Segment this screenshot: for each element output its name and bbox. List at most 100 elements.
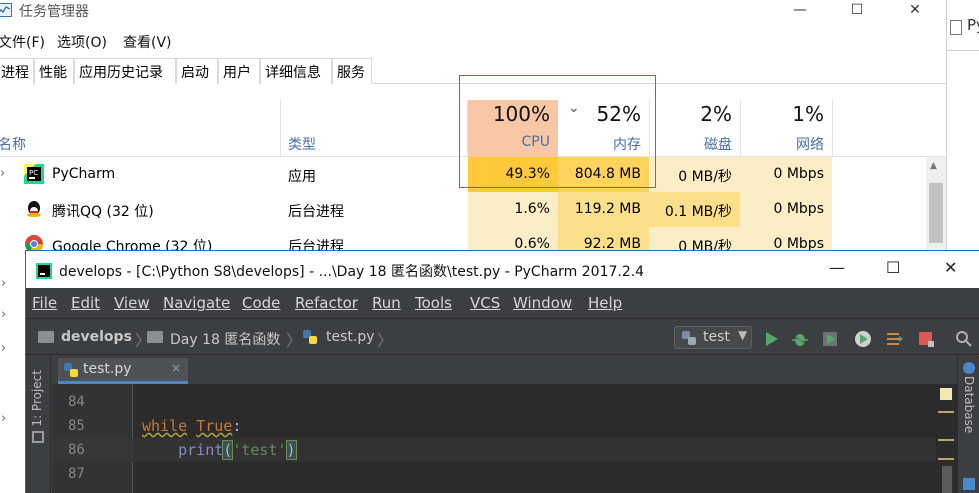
menu-file[interactable]: 文件(F) — [0, 32, 45, 52]
minimize-button[interactable]: — — [829, 258, 845, 277]
run-configuration-label: test — [703, 329, 730, 345]
editor-tab-label: test.py — [83, 361, 132, 377]
line-number: 85 — [68, 418, 85, 434]
keyword: while — [142, 417, 188, 435]
qq-icon — [24, 199, 44, 219]
stop-icon[interactable] — [917, 330, 935, 348]
process-memory: 119.2 MB — [558, 192, 649, 227]
maximize-button[interactable]: ☐ — [834, 0, 880, 22]
run-with-coverage-icon[interactable] — [821, 330, 839, 348]
disk-label: 磁盘 — [704, 137, 732, 153]
process-disk: 0 MB/秒 — [649, 157, 740, 192]
tab-performance[interactable]: 性能 — [34, 58, 74, 84]
menu-navigate[interactable]: Navigate — [163, 294, 230, 312]
pycharm-logo-icon — [36, 263, 52, 279]
tab-services[interactable]: 服务 — [332, 58, 372, 84]
process-network: 0 Mbps — [740, 192, 832, 227]
line-number: 84 — [68, 394, 85, 410]
database-tool-button[interactable]: Database — [962, 376, 976, 433]
breadcrumb-separator-icon: 〉 — [286, 331, 303, 350]
menu-view[interactable]: 查看(V) — [123, 32, 172, 52]
menu-tools[interactable]: Tools — [415, 294, 452, 312]
tab-startup[interactable]: 启动 — [176, 58, 218, 84]
menu-file[interactable]: File — [32, 294, 57, 312]
process-name: PyCharm — [52, 166, 116, 182]
column-divider[interactable] — [832, 100, 833, 157]
tab-app-history[interactable]: 应用历史记录 — [74, 58, 176, 84]
scrollbar-thumb[interactable] — [929, 183, 943, 243]
tab-users[interactable]: 用户 — [218, 58, 260, 84]
scroll-up-icon[interactable]: ▲ — [930, 161, 937, 171]
close-tab-icon[interactable]: × — [171, 361, 181, 375]
profile-icon[interactable] — [854, 330, 872, 348]
editor-tab-test-py[interactable]: test.py × — [58, 358, 188, 384]
breadcrumb-project[interactable]: develops — [61, 329, 132, 345]
builtin-function: print — [178, 441, 224, 459]
pycharm-icon: PC — [24, 164, 44, 184]
code-line[interactable]: while True: — [142, 417, 241, 435]
menu-label: Edit — [71, 294, 101, 312]
menu-window[interactable]: Window — [513, 294, 572, 312]
minimize-button[interactable]: — — [777, 0, 823, 22]
expand-chevron-icon[interactable]: › — [1, 307, 6, 322]
expand-chevron-icon[interactable]: › — [1, 411, 6, 426]
column-disk[interactable]: 2% 磁盘 — [649, 100, 740, 157]
column-divider[interactable] — [280, 100, 281, 157]
column-network[interactable]: 1% 网络 — [740, 100, 832, 157]
menu-options[interactable]: 选项(O) — [57, 32, 107, 52]
current-line-gutter — [52, 438, 133, 462]
warning-indicator-icon[interactable] — [940, 388, 952, 400]
menu-edit[interactable]: Edit — [71, 294, 100, 312]
breadcrumb-folder[interactable]: Day 18 匿名函数 — [170, 329, 280, 349]
line-number: 86 — [68, 442, 85, 458]
close-button[interactable]: ✕ — [892, 0, 938, 22]
close-button[interactable]: ✕ — [944, 258, 957, 277]
expand-chevron-icon[interactable]: › — [1, 341, 6, 356]
line-number: 87 — [68, 466, 85, 482]
breadcrumb-file[interactable]: test.py — [326, 329, 375, 345]
debug-icon[interactable] — [791, 330, 809, 348]
code-line[interactable]: print('test') — [142, 440, 297, 460]
column-name[interactable]: 名称 — [0, 134, 26, 154]
expand-chevron-icon[interactable]: › — [1, 276, 6, 291]
pycharm-menubar: File Edit View Navigate Code Refactor Ru… — [26, 288, 979, 318]
menu-run[interactable]: Run — [372, 294, 401, 312]
error-stripe[interactable] — [936, 384, 957, 493]
table-row[interactable]: 腾讯QQ (32 位) 后台进程 1.6% 119.2 MB 0.1 MB/秒 … — [0, 192, 946, 227]
warning-marker[interactable] — [938, 439, 954, 441]
svg-text:PC: PC — [29, 169, 38, 177]
warning-marker[interactable] — [938, 458, 954, 460]
code-editor[interactable]: 84 85 86 87 while True: print('test') — [52, 384, 957, 493]
warning-marker[interactable] — [938, 411, 954, 413]
expand-chevron-icon[interactable]: › — [0, 166, 5, 181]
structure-icon[interactable] — [32, 431, 44, 443]
maximize-button[interactable]: ☐ — [886, 258, 900, 277]
scientific-view-icon[interactable] — [963, 478, 975, 490]
menu-refactor[interactable]: Refactor — [295, 294, 358, 312]
disk-total-percent: 2% — [700, 102, 732, 126]
background-window[interactable]: Py — [946, 0, 979, 250]
search-icon[interactable] — [955, 330, 973, 348]
divider — [947, 50, 979, 51]
column-type[interactable]: 类型 — [288, 134, 316, 154]
process-network: 0 Mbps — [740, 157, 832, 192]
menu-vcs[interactable]: VCS — [470, 294, 500, 312]
menu-help[interactable]: Help — [588, 294, 622, 312]
navigation-bar: develops 〉 Day 18 匿名函数 〉 test.py 〉 test … — [26, 318, 979, 355]
project-tool-button[interactable]: 1: Project — [30, 370, 44, 427]
run-icon[interactable] — [762, 330, 780, 348]
process-disk: 0.1 MB/秒 — [649, 192, 740, 227]
menu-label: File — [32, 294, 58, 312]
menu-view[interactable]: View — [114, 294, 150, 312]
editor-scrollbar-thumb[interactable] — [942, 466, 952, 493]
tab-processes[interactable]: 进程 — [0, 58, 34, 85]
run-configuration-select[interactable]: test ▼ — [674, 326, 752, 349]
tab-details[interactable]: 详细信息 — [260, 58, 332, 84]
menu-label: Help — [588, 294, 623, 312]
menu-label: Refactor — [295, 294, 358, 312]
menu-code[interactable]: Code — [242, 294, 280, 312]
build-list-icon[interactable] — [886, 330, 904, 348]
menu-label: Navigate — [163, 294, 231, 312]
task-manager-app-icon — [0, 3, 12, 17]
